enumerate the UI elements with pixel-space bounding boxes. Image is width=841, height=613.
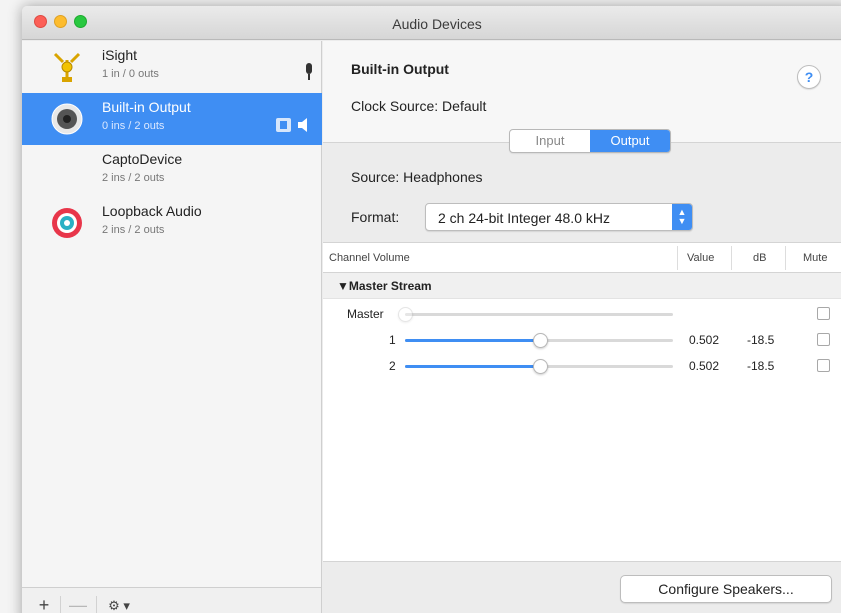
help-button[interactable]: ? (797, 65, 821, 89)
clock-source-value[interactable]: Default (442, 98, 486, 114)
device-name: Loopback Audio (102, 203, 202, 219)
sidebar-toolbar: + — ⚙ ▾ (22, 587, 322, 613)
column-header-mute[interactable]: Mute (803, 252, 827, 264)
configure-speakers-button[interactable]: Configure Speakers... (620, 575, 832, 603)
mute-checkbox[interactable] (817, 359, 830, 372)
source-value: Headphones (403, 169, 483, 185)
channel-volume-table: Channel Volume Value dB Mute ▼Master Str… (323, 242, 841, 587)
table-row: 1 0.502 -18.5 (323, 327, 841, 353)
device-item-built-in-output[interactable]: Built-in Output 0 ins / 2 outs (22, 93, 322, 145)
device-name: Built-in Output (102, 99, 191, 115)
title-bar: Audio Devices (22, 6, 841, 40)
format-value: 2 ch 24-bit Integer 48.0 kHz (438, 210, 610, 226)
volume-slider[interactable] (405, 313, 673, 316)
bottom-bar: Configure Speakers... (323, 561, 841, 613)
master-stream-group[interactable]: ▼Master Stream (323, 273, 841, 299)
channel-value: 0.502 (689, 359, 720, 373)
format-label: Format: (351, 209, 400, 225)
column-header-channel-volume[interactable]: Channel Volume (329, 252, 410, 264)
format-select[interactable]: 2 ch 24-bit Integer 48.0 kHz ▲ ▼ (425, 203, 693, 231)
device-detail-panel: Built-in Output Clock Source: Default ? … (323, 41, 841, 613)
input-output-segmented-control: Input Output (509, 129, 671, 153)
chevron-up-down-icon: ▲ ▼ (672, 204, 692, 230)
default-output-badge-icon (276, 118, 307, 132)
table-header: Channel Volume Value dB Mute (323, 243, 841, 273)
slider-knob[interactable] (532, 359, 548, 374)
device-sidebar: iSight 1 in / 0 outs Built-in Output 0 i… (22, 41, 322, 587)
device-header: Built-in Output Clock Source: Default ? (323, 41, 841, 143)
divider (731, 246, 732, 270)
device-io: 1 in / 0 outs (102, 68, 159, 80)
device-item-isight[interactable]: iSight 1 in / 0 outs (22, 41, 322, 93)
channel-label: 2 (389, 359, 396, 373)
device-io: 2 ins / 2 outs (102, 224, 165, 236)
tab-input[interactable]: Input (510, 130, 590, 152)
source-row: Source: Headphones (351, 169, 483, 185)
clock-source-label: Clock Source: (351, 98, 439, 114)
tab-output[interactable]: Output (590, 130, 670, 152)
window-title: Audio Devices (392, 16, 482, 32)
column-header-db[interactable]: dB (753, 252, 766, 264)
slider-knob[interactable] (398, 307, 413, 322)
channel-label: Master (347, 307, 384, 321)
divider (677, 246, 678, 270)
divider (60, 596, 61, 613)
gear-menu-button[interactable]: ⚙ ▾ (100, 588, 138, 613)
loopback-icon (52, 208, 82, 238)
device-name: iSight (102, 47, 138, 63)
source-label: Source: (351, 169, 400, 185)
device-item-loopback-audio[interactable]: Loopback Audio 2 ins / 2 outs (22, 197, 322, 249)
firewire-icon (53, 52, 81, 82)
microphone-icon (306, 63, 312, 80)
volume-fill (405, 339, 540, 342)
remove-device-button[interactable]: — (64, 588, 92, 613)
mute-checkbox[interactable] (817, 333, 830, 346)
mute-checkbox[interactable] (817, 307, 830, 320)
audio-devices-window: Audio Devices iSight 1 in / 0 outs Built… (22, 6, 841, 613)
table-row: 2 0.502 -18.5 (323, 353, 841, 379)
add-device-button[interactable]: + (30, 588, 58, 613)
column-header-value[interactable]: Value (687, 252, 714, 264)
device-name: CaptoDevice (102, 151, 183, 167)
device-title: Built-in Output (351, 61, 449, 77)
volume-fill (405, 365, 540, 368)
clock-source: Clock Source: Default (351, 98, 486, 114)
device-item-captodevice[interactable]: CaptoDevice 2 ins / 2 outs (22, 145, 322, 197)
speaker-icon (51, 103, 83, 135)
channel-label: 1 (389, 333, 396, 347)
device-io: 0 ins / 2 outs (102, 120, 165, 132)
channel-value: 0.502 (689, 333, 720, 347)
table-row: Master (323, 301, 841, 327)
slider-knob[interactable] (532, 333, 548, 348)
channel-db: -18.5 (747, 333, 775, 347)
divider (785, 246, 786, 270)
divider (96, 596, 97, 613)
channel-db: -18.5 (747, 359, 775, 373)
device-io: 2 ins / 2 outs (102, 172, 165, 184)
group-label: ▼Master Stream (337, 279, 432, 293)
